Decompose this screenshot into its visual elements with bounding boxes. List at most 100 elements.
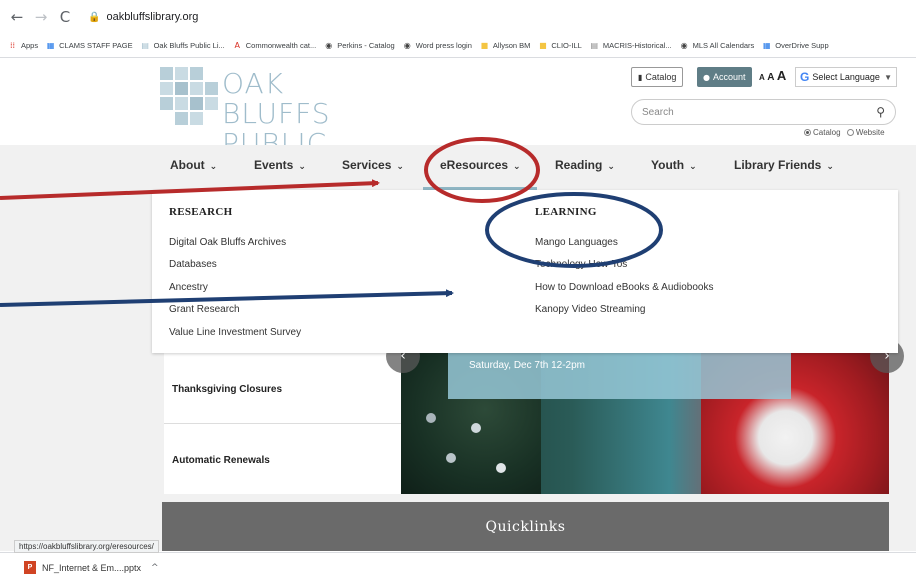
font-small-button[interactable]: A (759, 73, 765, 82)
bookmark-item[interactable]: ◉ Word press login (403, 41, 472, 50)
search-icon[interactable]: ⚲ (876, 105, 885, 119)
bookmark-label: Word press login (415, 41, 472, 50)
event-date-text: Saturday, Dec 7th 12-2pm (469, 360, 585, 371)
news-sidebar: Thanksgiving Closures Automatic Renewals (164, 353, 401, 494)
bookmark-item[interactable]: ◉ Perkins - Catalog (324, 41, 395, 50)
bookmark-item[interactable]: ■ Allyson BM (480, 41, 531, 50)
radio-website[interactable] (846, 129, 854, 137)
search-box[interactable]: Search ⚲ (631, 99, 896, 125)
menu-link-download-ebooks[interactable]: How to Download eBooks & Audiobooks (535, 282, 713, 293)
menu-link-mango-languages[interactable]: Mango Languages (535, 237, 618, 248)
reload-button[interactable]: C (58, 8, 72, 26)
bookmark-item[interactable]: ■ CLIO-ILL (538, 41, 582, 50)
sidebar-item-automatic-renewals[interactable]: Automatic Renewals (172, 455, 270, 466)
divider (164, 423, 401, 424)
book-icon: ▮ (638, 72, 643, 82)
logo-squares-icon (160, 67, 218, 129)
bookmark-item[interactable]: ⁞⁞ Apps (8, 41, 38, 50)
bookmark-item[interactable]: ▤ Oak Bluffs Public Li... (141, 41, 225, 50)
eresources-mega-menu: RESEARCH Digital Oak Bluffs Archives Dat… (152, 190, 898, 353)
bookmark-label: Perkins - Catalog (337, 41, 395, 50)
learning-heading: LEARNING (535, 206, 597, 218)
menu-link-grant-research[interactable]: Grant Research (169, 304, 240, 315)
bookmark-label: CLIO-ILL (551, 41, 582, 50)
google-icon: G (800, 70, 810, 84)
account-button[interactable]: ● Account (697, 67, 752, 87)
status-bar-url: https://oakbluffslibrary.org/eresources/ (14, 540, 159, 553)
main-navigation: About ⌄ Events ⌄ Services ⌄ eResources ⌄ Rea… (0, 145, 916, 190)
font-size-controls: A A A (759, 68, 786, 83)
research-heading: RESEARCH (169, 206, 233, 218)
nav-about[interactable]: About ⌄ (170, 158, 217, 172)
bookmark-label: Apps (21, 41, 39, 50)
calendar-icon: ▦ (46, 41, 55, 50)
nav-events[interactable]: Events ⌄ (254, 158, 306, 172)
catalog-button-label: Catalog (645, 72, 677, 82)
bookmark-label: OverDrive Supp (775, 41, 829, 50)
calendar-icon: ▦ (763, 41, 771, 50)
globe-icon: ◉ (680, 41, 688, 50)
globe-icon: ◉ (403, 41, 411, 50)
folder-icon: ■ (480, 41, 489, 50)
quicklinks-bar[interactable]: Quicklinks (162, 502, 889, 551)
bookmark-label: Oak Bluffs Public Li... (153, 41, 225, 50)
radio-catalog[interactable] (804, 129, 811, 137)
chevron-up-icon[interactable]: ^ (151, 563, 159, 573)
nav-youth[interactable]: Youth ⌄ (651, 158, 697, 172)
download-filename: NF_Internet & Em....pptx (42, 562, 142, 573)
bookmark-label: Commonwealth cat... (245, 41, 317, 50)
menu-link-kanopy[interactable]: Kanopy Video Streaming (535, 304, 645, 315)
nav-eresources[interactable]: eResources ⌄ (440, 158, 521, 172)
catalog-button[interactable]: ▮ Catalog (631, 67, 684, 87)
menu-link-digital-archives[interactable]: Digital Oak Bluffs Archives (169, 237, 286, 248)
lock-icon: 🔒 (88, 11, 101, 23)
bookmark-label: CLAMS STAFF PAGE (59, 41, 133, 50)
menu-link-technology-how-tos[interactable]: Technology How-Tos (535, 259, 627, 270)
hero-carousel[interactable]: Saturday, Dec 7th 12-2pm (401, 353, 889, 494)
library-logo[interactable]: OAK BLUFFS PUBLIC LIBRARY (160, 67, 390, 189)
menu-link-value-line[interactable]: Value Line Investment Survey (169, 327, 301, 338)
bookmark-label: Allyson BM (492, 41, 531, 50)
chevron-down-icon: ⌄ (607, 162, 615, 172)
language-select[interactable]: G Select Language ▼ (795, 67, 897, 87)
chevron-down-icon: ⌄ (396, 162, 404, 172)
web-page: OAK BLUFFS PUBLIC LIBRARY ▮ Catalog ● Ac… (0, 59, 916, 551)
account-button-label: Account (712, 72, 746, 82)
download-bar: P NF_Internet & Em....pptx ^ (0, 552, 916, 582)
download-item[interactable]: P NF_Internet & Em....pptx ^ (24, 561, 159, 574)
search-input[interactable]: Search (642, 107, 674, 118)
logo-line-1: OAK BLUFFS (222, 67, 331, 130)
radio-website-label: Website (855, 128, 885, 137)
chevron-down-icon: ⌄ (826, 162, 834, 172)
powerpoint-icon: P (24, 561, 36, 574)
nav-services[interactable]: Services ⌄ (342, 158, 404, 172)
user-icon: ● (703, 72, 710, 82)
bookmark-item[interactable]: ▦ CLAMS STAFF PAGE (46, 41, 133, 50)
nav-library-friends[interactable]: Library Friends ⌄ (734, 158, 834, 172)
site-header: OAK BLUFFS PUBLIC LIBRARY ▮ Catalog ● Ac… (0, 59, 916, 189)
font-medium-button[interactable]: A (767, 72, 774, 83)
bookmark-item[interactable]: ▦ OverDrive Supp (762, 41, 829, 50)
globe-icon: ◉ (325, 41, 333, 50)
page-icon: ▤ (141, 41, 149, 50)
language-select-label: Select Language (812, 72, 880, 82)
bookmark-item[interactable]: A Commonwealth cat... (233, 41, 317, 50)
menu-link-databases[interactable]: Databases (169, 259, 217, 270)
sidebar-item-thanksgiving[interactable]: Thanksgiving Closures (172, 384, 282, 395)
bookmark-label: MLS All Calendars (692, 41, 755, 50)
bookmark-item[interactable]: ◉ MLS All Calendars (680, 41, 755, 50)
bookmark-item[interactable]: ▤ MACRIS-Historical... (590, 41, 672, 50)
font-large-button[interactable]: A (777, 68, 786, 83)
apps-grid-icon: ⁞⁞ (9, 41, 16, 50)
address-bar-row: ← → C 🔒 oakbluffslibrary.org (0, 0, 916, 34)
bookmarks-bar: ⁞⁞ Apps ▦ CLAMS STAFF PAGE ▤ Oak Bluffs Publi… (0, 34, 916, 58)
bookmark-label: MACRIS-Historical... (602, 41, 672, 50)
nav-reading[interactable]: Reading ⌄ (555, 158, 615, 172)
url-field[interactable]: oakbluffslibrary.org (106, 11, 198, 23)
forward-button[interactable]: → (34, 8, 48, 26)
chevron-down-icon: ⌄ (513, 162, 521, 172)
chevron-down-icon: ⌄ (298, 162, 306, 172)
back-button[interactable]: ← (10, 8, 24, 26)
folder-icon: ■ (539, 41, 547, 50)
menu-link-ancestry[interactable]: Ancestry (169, 282, 208, 293)
